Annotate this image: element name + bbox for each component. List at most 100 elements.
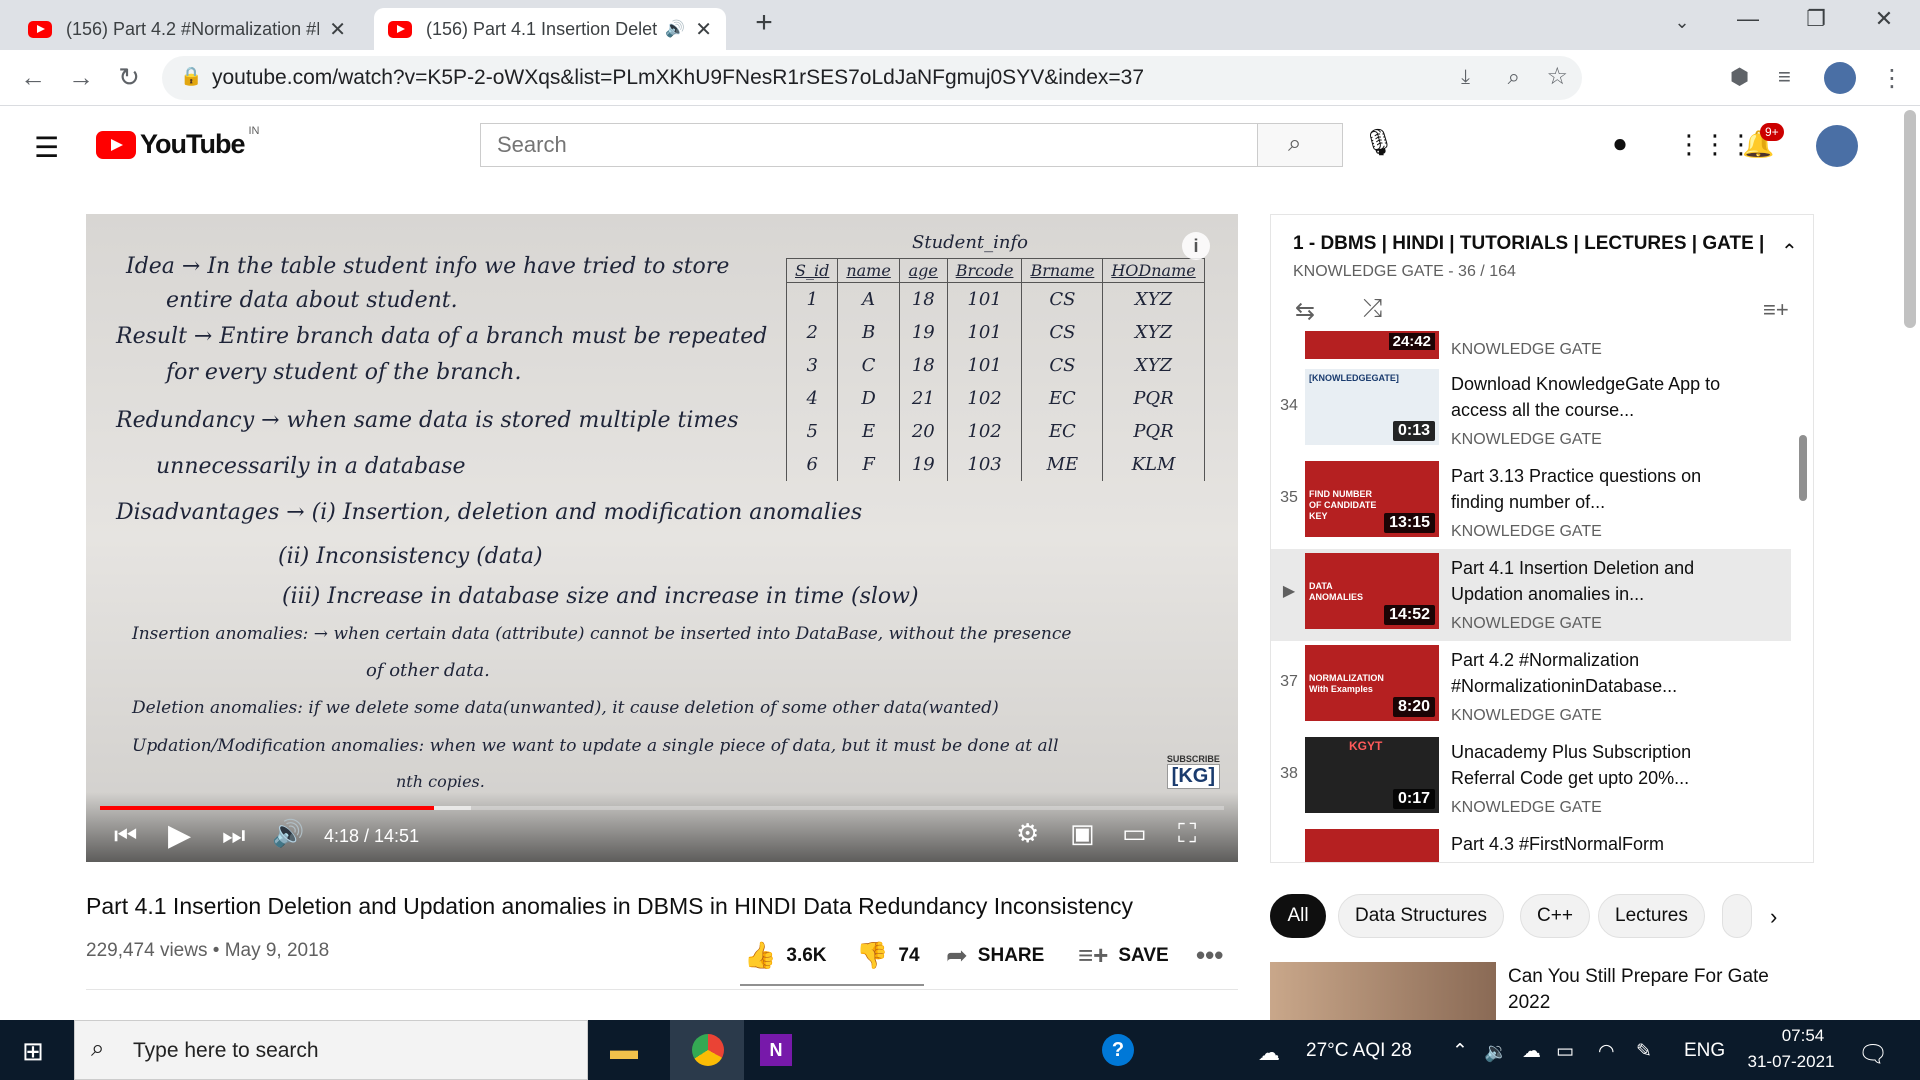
pen-icon[interactable]: ✎ — [1636, 1040, 1652, 1063]
search-button[interactable]: ⌕ — [1257, 123, 1343, 167]
playlist-item-title[interactable]: Download KnowledgeGate App to access all… — [1451, 371, 1721, 423]
extensions-icon[interactable]: ⬢ — [1730, 64, 1749, 90]
miniplayer-icon[interactable]: ▣ — [1070, 818, 1095, 849]
shuffle-icon[interactable]: ⤮ — [1363, 295, 1382, 323]
notification-center-icon[interactable]: 🗨 — [1858, 1040, 1888, 1069]
collapse-chevron-icon[interactable]: ⌃ — [1781, 239, 1798, 264]
browser-tab[interactable]: (156) Part 4.2 #Normalization #N ✕ — [14, 8, 360, 50]
tab-close-icon[interactable]: ✕ — [695, 17, 712, 42]
playlist-item[interactable]: 37 NORMALIZATION With Examples 8:20 Part 4.… — [1271, 641, 1791, 733]
fullscreen-icon[interactable]: ⛶ — [1178, 818, 1196, 850]
chip-cpp[interactable]: C++ — [1520, 894, 1590, 938]
play-icon[interactable]: ▶ — [168, 818, 191, 853]
add-to-queue-icon[interactable]: ≡+ — [1763, 297, 1789, 323]
playlist-item-title[interactable]: Part 4.2 #Normalization #Normalizationin… — [1451, 647, 1721, 699]
playlist-item-title[interactable]: Part 3.13 Practice questions on finding … — [1451, 463, 1721, 515]
new-tab-icon[interactable]: + — [744, 6, 784, 40]
language-indicator[interactable]: ENG — [1684, 1040, 1725, 1062]
media-control-icon[interactable]: ≡ — [1778, 64, 1791, 90]
speaker-icon[interactable]: 🔉 — [1484, 1040, 1508, 1064]
zoom-icon[interactable]: ⌕ — [1508, 64, 1520, 90]
channel-watermark[interactable]: SUBSCRIBE [KG] — [1166, 754, 1220, 789]
browser-tab-active[interactable]: (156) Part 4.1 Insertion Delet 🔊 ✕ — [374, 8, 726, 50]
create-video-icon[interactable]: ⏺ — [1614, 131, 1626, 159]
voice-search-microphone-icon[interactable]: 🎙 — [1362, 127, 1395, 163]
chrome-taskbar-button[interactable] — [670, 1020, 744, 1080]
chip-lectures[interactable]: Lectures — [1598, 894, 1705, 938]
tab-search-icon[interactable]: ⌄ — [1662, 12, 1702, 33]
minimize-icon[interactable]: — — [1728, 6, 1768, 32]
tray-chevron-icon[interactable]: ⌃ — [1452, 1040, 1468, 1063]
weather-text[interactable]: 27°C AQI 28 — [1306, 1040, 1412, 1062]
playlist-item[interactable]: 34 [KNOWLEDGEGATE] 0:13 Download KnowledgeG… — [1271, 365, 1791, 457]
url-text[interactable]: youtube.com/watch?v=K5P-2-oWXqs&list=PLm… — [212, 66, 1144, 90]
playlist-item[interactable]: ▶ DATA ANOMALIES 14:52 Part 4.1 Insertion D… — [1271, 549, 1791, 641]
video-thumbnail[interactable]: FIND NUMBER OF CANDIDATE KEY 13:15 — [1305, 461, 1439, 537]
recommended-title[interactable]: Can You Still Prepare For Gate 2022 — [1508, 964, 1798, 1016]
search-input[interactable] — [481, 124, 1258, 166]
recommended-thumbnail[interactable] — [1270, 962, 1496, 1020]
bookmark-star-icon[interactable]: ☆ — [1546, 62, 1568, 91]
taskbar-search-box[interactable]: ⌕ Type here to search — [74, 1020, 588, 1080]
windows-start-icon[interactable]: ⊞ — [22, 1036, 44, 1067]
progress-bar[interactable] — [100, 806, 1224, 810]
playlist-item-title[interactable]: Part 4.1 Insertion Deletion and Updation… — [1451, 555, 1721, 607]
video-thumbnail[interactable]: KGYT 0:17 — [1305, 737, 1439, 813]
back-icon[interactable]: ← — [16, 62, 50, 93]
playlist-scrollbar[interactable] — [1799, 435, 1807, 501]
video-player[interactable]: Idea → In the table student info we have… — [86, 214, 1238, 862]
partial-thumbnail[interactable]: 24:42 — [1305, 331, 1439, 359]
info-icon[interactable]: i — [1182, 232, 1210, 260]
youtube-logo[interactable]: YouTube IN — [96, 125, 259, 160]
wifi-icon[interactable]: ◠ — [1598, 1040, 1615, 1063]
chip-all[interactable]: All — [1270, 894, 1326, 938]
help-icon[interactable]: ? — [1102, 1034, 1134, 1066]
profile-avatar[interactable] — [1824, 62, 1856, 94]
clock-date[interactable]: 31-07-2021 — [1736, 1052, 1846, 1072]
more-actions-icon[interactable]: ••• — [1196, 940, 1223, 971]
video-thumbnail[interactable] — [1305, 829, 1439, 862]
volume-icon[interactable]: 🔊 — [272, 818, 304, 849]
playlist-item[interactable]: 38 KGYT 0:17 Unacademy Plus Subscription Re… — [1271, 733, 1791, 825]
chip-data-structures[interactable]: Data Structures — [1338, 894, 1504, 938]
browser-menu-icon[interactable]: ⋮ — [1880, 64, 1904, 93]
tab-close-icon[interactable]: ✕ — [329, 17, 346, 42]
restore-icon[interactable]: ❐ — [1796, 6, 1836, 32]
playlist-title[interactable]: 1 - DBMS | HINDI | TUTORIALS | LECTURES … — [1293, 233, 1763, 255]
save-button[interactable]: ≡+ SAVE — [1078, 940, 1169, 971]
battery-icon[interactable]: ▭ — [1556, 1040, 1574, 1063]
menu-hamburger-icon[interactable]: ☰ — [34, 131, 59, 164]
share-button[interactable]: ➦ SHARE — [946, 940, 1044, 971]
settings-gear-icon[interactable]: ⚙ — [1016, 818, 1039, 849]
wb-table-cell: 21 — [898, 382, 948, 415]
search-box[interactable] — [480, 123, 1258, 167]
playlist-item[interactable]: Part 4.3 #FirstNormalForm — [1271, 825, 1791, 862]
like-button[interactable]: 👍 3.6K — [744, 940, 827, 971]
close-window-icon[interactable]: ✕ — [1864, 6, 1904, 32]
account-avatar[interactable] — [1816, 125, 1858, 167]
dislike-button[interactable]: 👎 74 — [856, 940, 920, 971]
next-icon[interactable]: ⏭ — [222, 820, 245, 852]
install-icon[interactable]: ⤓ — [1461, 66, 1470, 89]
playlist-item-title[interactable]: Unacademy Plus Subscription Referral Cod… — [1451, 739, 1721, 791]
reload-icon[interactable]: ↻ — [112, 62, 146, 93]
clock-time[interactable]: 07:54 — [1758, 1026, 1848, 1046]
loop-icon[interactable]: ⇆ — [1295, 297, 1315, 326]
playlist-item[interactable]: 35 FIND NUMBER OF CANDIDATE KEY 13:15 Part … — [1271, 457, 1791, 549]
chips-next-chevron-icon[interactable]: › — [1770, 904, 1777, 930]
like-count: 3.6K — [786, 944, 827, 966]
page-scrollbar[interactable] — [1904, 110, 1916, 328]
playlist-item-title[interactable]: Part 4.3 #FirstNormalForm — [1451, 831, 1721, 857]
video-thumbnail[interactable]: NORMALIZATION With Examples 8:20 — [1305, 645, 1439, 721]
video-thumbnail[interactable]: [KNOWLEDGEGATE] 0:13 — [1305, 369, 1439, 445]
theater-mode-icon[interactable]: ▭ — [1122, 818, 1147, 849]
video-thumbnail[interactable]: DATA ANOMALIES 14:52 — [1305, 553, 1439, 629]
onenote-icon[interactable]: N — [760, 1034, 792, 1066]
chip-partial[interactable] — [1722, 894, 1752, 938]
wb-table-cell: 18 — [898, 349, 948, 382]
previous-icon[interactable]: ⏮ — [114, 820, 137, 852]
onedrive-icon[interactable]: ☁ — [1522, 1040, 1541, 1063]
file-explorer-icon[interactable]: ▬ — [610, 1034, 638, 1066]
address-bar[interactable]: 🔒 youtube.com/watch?v=K5P-2-oWXqs&list=P… — [162, 56, 1582, 100]
forward-icon[interactable]: → — [64, 62, 98, 93]
